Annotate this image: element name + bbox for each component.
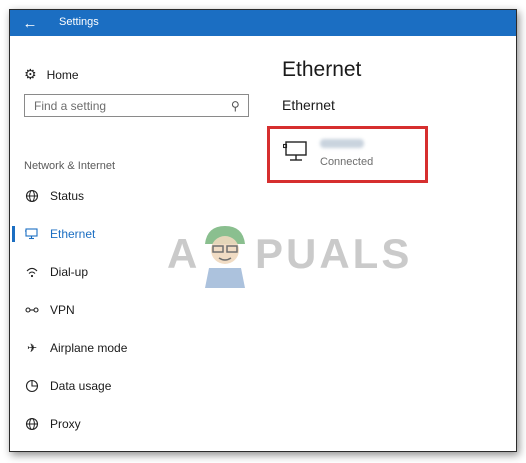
title-bar: ← Settings xyxy=(10,10,516,36)
section-header: Network & Internet xyxy=(24,160,116,172)
back-arrow-icon: ← xyxy=(22,14,38,32)
settings-window: ← Settings ⚙ Home ⚲ Network & Internet S… xyxy=(9,9,517,452)
active-indicator xyxy=(12,226,15,242)
airplane-icon: ✈ xyxy=(26,341,38,355)
search-input[interactable] xyxy=(34,98,214,113)
dialup-icon xyxy=(24,264,40,280)
section-title: Ethernet xyxy=(282,97,335,113)
connection-status: Connected xyxy=(320,156,374,168)
sidebar-item-vpn[interactable]: VPN xyxy=(10,296,260,324)
sidebar-item-label: Ethernet xyxy=(50,227,96,241)
proxy-globe-icon xyxy=(24,416,40,432)
network-connection-item[interactable]: Connected xyxy=(267,126,428,183)
sidebar-item-proxy[interactable]: Proxy xyxy=(10,410,260,438)
network-name-blurred xyxy=(320,139,364,148)
home-link[interactable]: ⚙ Home xyxy=(24,66,79,83)
sidebar-item-label: Dial-up xyxy=(50,265,89,279)
sidebar-item-label: Proxy xyxy=(50,417,81,431)
home-label: Home xyxy=(46,67,79,82)
data-usage-icon xyxy=(24,378,40,394)
gear-icon: ⚙ xyxy=(24,66,37,82)
search-icon[interactable]: ⚲ xyxy=(231,99,240,113)
page-title: Ethernet xyxy=(282,58,362,81)
ethernet-icon xyxy=(24,226,40,242)
vpn-icon xyxy=(24,302,40,318)
window-title: Settings xyxy=(59,16,99,28)
search-box[interactable]: ⚲ xyxy=(24,94,249,117)
sidebar-item-ethernet[interactable]: Ethernet xyxy=(10,220,260,248)
sidebar-item-data-usage[interactable]: Data usage xyxy=(10,372,260,400)
sidebar-item-label: Airplane mode xyxy=(50,341,128,355)
sidebar-item-status[interactable]: Status xyxy=(10,182,260,210)
globe-icon xyxy=(24,188,40,204)
sidebar-item-label: Data usage xyxy=(50,379,112,393)
sidebar: ⚙ Home ⚲ Network & Internet Status Ether… xyxy=(10,36,260,451)
sidebar-item-airplane-mode[interactable]: ✈ Airplane mode xyxy=(10,334,260,362)
ethernet-network-icon xyxy=(282,140,311,169)
main-content: Ethernet Ethernet Connected xyxy=(267,36,516,451)
back-button[interactable]: ← xyxy=(10,10,50,36)
sidebar-item-label: Status xyxy=(50,189,85,203)
sidebar-item-dialup[interactable]: Dial-up xyxy=(10,258,260,286)
sidebar-item-label: VPN xyxy=(50,303,75,317)
